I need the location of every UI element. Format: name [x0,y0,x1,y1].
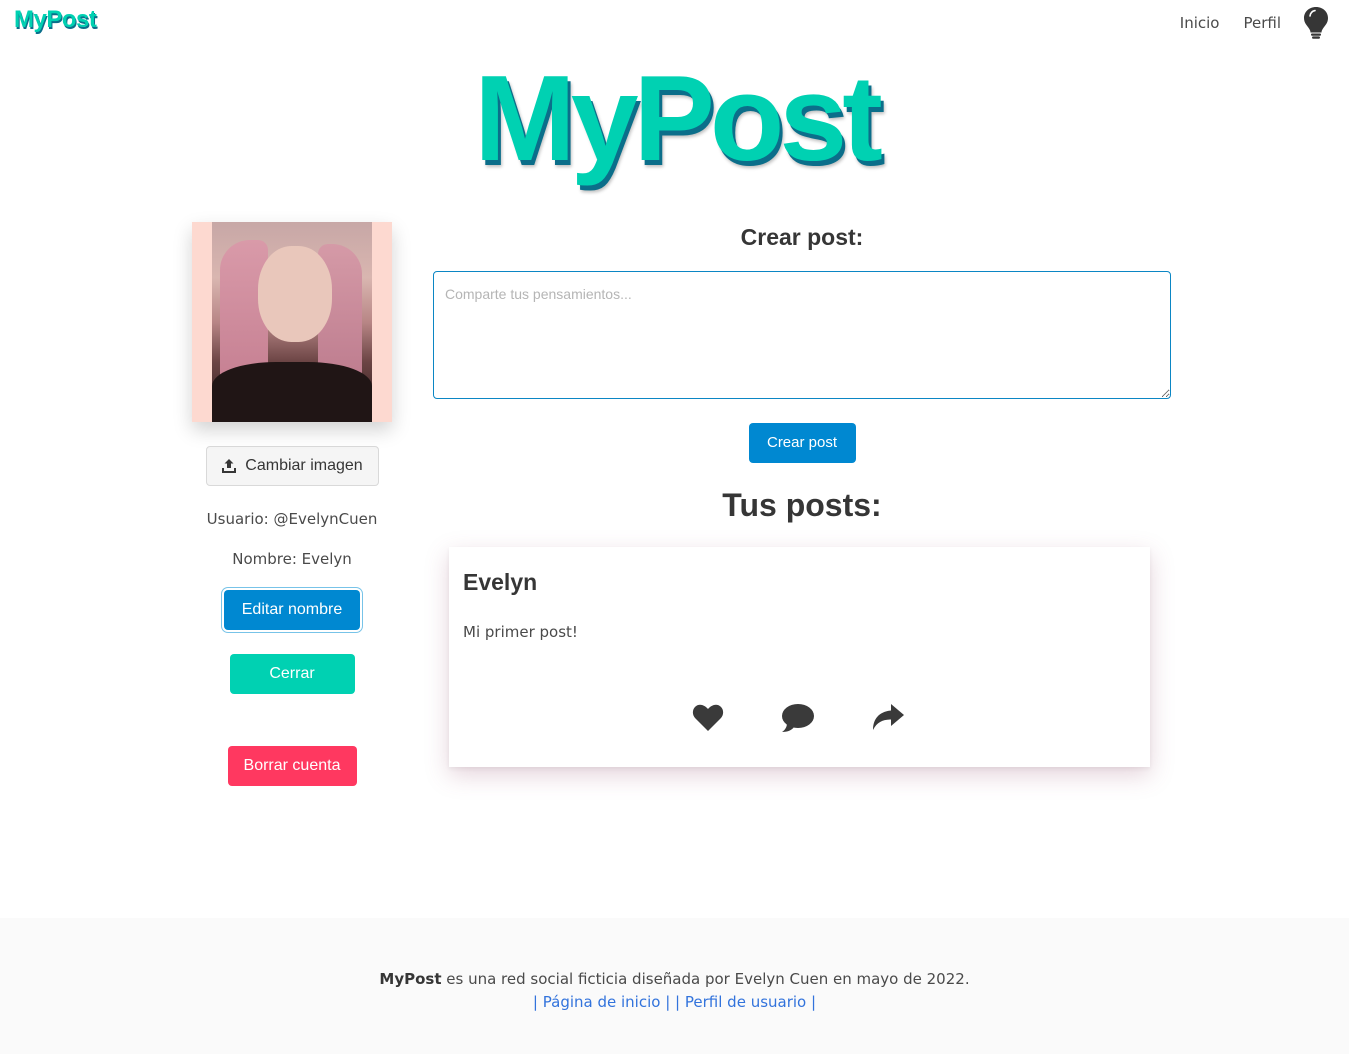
nav-links: Inicio Perfil [1156,6,1329,40]
delete-account-button[interactable]: Borrar cuenta [227,746,357,786]
footer-separator: | | [665,993,681,1011]
name-text: Nombre: Evelyn [232,550,352,568]
footer-description: es una red social ficticia diseñada por … [441,970,970,988]
post-actions [691,701,905,735]
hero-logo: MyPost [474,50,883,186]
create-post-button[interactable]: Crear post [748,423,856,463]
nav-link-inicio[interactable]: Inicio [1180,6,1220,40]
change-image-button[interactable]: Cambiar imagen [205,446,379,486]
lightbulb-icon[interactable] [1303,6,1329,40]
edit-name-button[interactable]: Editar nombre [224,590,360,630]
brand-logo[interactable]: MyPost [14,6,97,34]
post-textarea[interactable] [433,271,1171,399]
navbar: MyPost Inicio Perfil [0,0,1349,46]
footer-links: | Página de inicio | | Perfil de usuario… [0,993,1349,1011]
nav-link-perfil[interactable]: Perfil [1243,6,1281,40]
post-body: Mi primer post! [463,623,578,641]
comment-icon[interactable] [781,701,815,735]
heart-icon[interactable] [691,701,725,735]
footer-text: MyPost es una red social ficticia diseña… [0,970,1349,988]
change-image-label: Cambiar imagen [245,457,363,474]
footer-separator: | [811,993,817,1011]
post-author: Evelyn [463,569,538,595]
upload-icon [222,459,237,473]
post-card: Evelyn Mi primer post! [449,547,1150,767]
avatar [212,222,372,422]
footer-link-profile[interactable]: Perfil de usuario [685,993,806,1011]
footer-brand: MyPost [379,970,442,988]
profile-sidebar: Cambiar imagen Usuario: @EvelynCuen Nomb… [170,222,414,786]
your-posts-title: Tus posts: [722,487,882,523]
logout-button[interactable]: Cerrar sesión [229,654,355,722]
main-content: Crear post: Crear post Tus posts: Evelyn… [433,222,1171,767]
footer-link-home[interactable]: Página de inicio [543,993,661,1011]
avatar-frame [192,222,392,422]
username-text: Usuario: @EvelynCuen [206,510,378,528]
share-icon[interactable] [871,701,905,735]
footer: MyPost es una red social ficticia diseña… [0,918,1349,1054]
create-post-title: Crear post: [740,224,864,250]
footer-separator: | [532,993,538,1011]
